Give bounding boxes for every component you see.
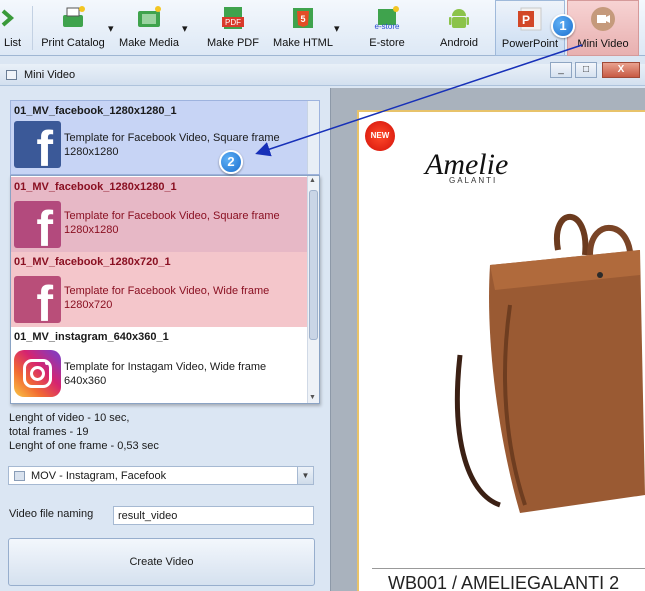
template-description: Template for Instagam Video, Wide frame … [64,360,294,388]
estore-icon: e-store [375,6,400,31]
template-dropdown-list: 01_MV_facebook_1280x1280_1 f Template fo… [10,175,320,404]
svg-text:e-store: e-store [375,22,400,31]
new-badge: NEW [365,121,395,151]
create-video-button[interactable]: Create Video [8,538,315,586]
facebook-icon: f [14,121,61,174]
mini-video-button[interactable]: Mini Video [567,0,639,56]
print-catalog-button[interactable]: Print Catalog [38,0,108,56]
make-pdf-label: Make PDF [207,37,259,49]
template-select-scrollbar[interactable] [307,101,319,174]
callout-badge-2: 2 [219,150,243,174]
print-catalog-dropdown-icon[interactable]: ▾ [108,22,114,35]
selected-template-description: Template for Facebook Video, Square fram… [64,131,294,159]
selected-desc-line2: 1280x1280 [64,146,119,158]
android-icon [449,9,469,28]
frame-length-text: Lenght of one frame - 0,53 sec [9,440,159,452]
template-description: Template for Facebook Video, Square fram… [64,209,294,237]
list-item[interactable]: 01_MV_instagram_640x360_1 Template for I… [11,327,308,402]
toolbar-separator [32,6,33,50]
svg-text:P: P [522,13,530,27]
video-format-value: MOV - Instagram, Facefook [31,470,167,482]
template-name: 01_MV_instagram_640x360_1 [14,331,169,343]
make-media-button[interactable]: Make Media [116,0,182,56]
template-desc-line1: Template for Instagam Video, Wide frame [64,361,267,373]
make-html-button[interactable]: 5 Make HTML [272,0,334,56]
make-html-label: Make HTML [273,37,333,49]
minimize-button[interactable]: _ [550,62,572,78]
chevron-down-icon[interactable]: ▼ [297,467,313,484]
template-desc-line1: Template for Facebook Video, Square fram… [64,210,280,222]
scrollbar-thumb[interactable] [309,190,318,340]
callout-badge-1: 1 [551,14,575,38]
video-length-text: Lenght of video - 10 sec, [9,412,130,424]
make-media-dropdown-icon[interactable]: ▾ [182,22,188,35]
print-catalog-label: Print Catalog [41,37,105,49]
html5-icon: 5 [293,8,313,28]
video-format-select[interactable]: MOV - Instagram, Facefook ▼ [8,466,314,485]
template-desc-line2: 1280x1280 [64,224,119,236]
make-pdf-button[interactable]: PDF Make PDF [202,0,264,56]
android-label: Android [440,37,478,49]
make-media-icon [138,6,161,27]
make-html-dropdown-icon[interactable]: ▾ [334,22,340,35]
mini-video-window-titlebar: Mini Video [0,64,645,86]
window-menu-icon[interactable] [6,70,17,80]
template-list-scrollbar[interactable]: ▲ ▼ [307,176,319,403]
instagram-icon [14,350,61,397]
template-desc-line2: 1280x720 [64,299,113,311]
total-frames-text: total frames - 19 [9,426,89,438]
scroll-up-icon[interactable]: ▲ [309,177,316,184]
handbag-image [454,213,645,513]
list-item[interactable]: 01_MV_facebook_1280x720_1 f Template for… [11,252,308,329]
list-arrow-icon [1,9,15,27]
estore-label: E-store [369,37,405,49]
template-desc-line1: Template for Facebook Video, Wide frame [64,285,270,297]
product-code-text: WB001 / AMELIEGALANTI 2 [388,573,620,591]
window-title: Mini Video [24,69,76,81]
close-button[interactable]: X [602,62,640,78]
facebook-icon: f [14,276,61,329]
print-catalog-icon [63,6,85,27]
selected-template-name: 01_MV_facebook_1280x1280_1 [14,105,177,117]
product-divider [372,568,645,569]
template-desc-line2: 640x360 [64,375,107,387]
svg-text:5: 5 [300,14,305,24]
list-item[interactable]: 01_MV_facebook_1280x1280_1 f Template fo… [11,177,308,254]
template-description: Template for Facebook Video, Wide frame … [64,284,294,312]
list-label: List [4,37,22,49]
mini-video-icon [591,7,615,31]
brand-sub-text: GALANTI [449,176,498,185]
main-toolbar: List Print Catalog ▾ Make Media ▾ PDF Ma… [0,0,645,56]
make-media-label: Make Media [119,37,179,49]
template-name: 01_MV_facebook_1280x1280_1 [14,181,177,193]
video-file-naming-label: Video file naming [9,508,94,520]
svg-text:PDF: PDF [225,18,241,27]
facebook-icon: f [14,201,61,254]
powerpoint-icon: P [518,7,542,31]
estore-button[interactable]: e-store E-store [356,0,418,56]
list-button[interactable]: List [0,0,28,56]
template-name: 01_MV_facebook_1280x720_1 [14,256,171,268]
video-file-naming-input[interactable]: result_video [113,506,314,525]
mini-video-label: Mini Video [577,38,629,50]
android-button[interactable]: Android [428,0,490,56]
selected-desc-line1: Template for Facebook Video, Square fram… [64,132,280,144]
maximize-button[interactable]: □ [575,62,597,78]
format-icon [14,471,25,481]
template-select[interactable]: 01_MV_facebook_1280x1280_1 f Template fo… [10,100,320,175]
pdf-icon: PDF [222,7,244,29]
powerpoint-label: PowerPoint [501,38,559,50]
scroll-down-icon[interactable]: ▼ [309,394,316,401]
